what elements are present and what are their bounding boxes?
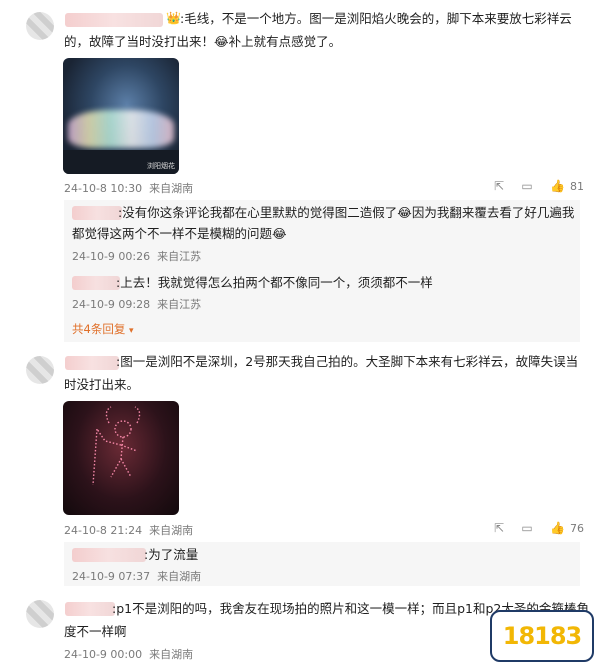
comment-date: 24-10-8 21:24 来自湖南 <box>64 522 193 538</box>
chevron-down-icon: ▾ <box>128 326 134 336</box>
reply-date-text: 24-10-9 00:26 <box>72 250 151 263</box>
reply-location: 来自江苏 <box>157 250 202 263</box>
share-icon[interactable]: ⇱ <box>492 521 506 535</box>
like-count: 76 <box>570 522 584 535</box>
avatar[interactable] <box>26 600 54 628</box>
comment-location: 来自湖南 <box>149 524 194 537</box>
reply-date: 24-10-9 00:26 来自江苏 <box>72 248 201 264</box>
username-redacted[interactable] <box>65 356 119 370</box>
avatar[interactable] <box>26 12 54 40</box>
avatar[interactable] <box>26 356 54 384</box>
comment-icon[interactable]: ▭ <box>520 179 534 193</box>
reply-text-line: :没有你这条评论我都在心里默默的觉得图二造假了😂因为我翻来覆去看了好几遍我 <box>118 205 575 220</box>
share-icon[interactable]: ⇱ <box>492 179 506 193</box>
comment-date-text: 24-10-8 10:30 <box>64 182 143 195</box>
reply-text-line: :为了流量 <box>144 547 199 562</box>
comment-icon[interactable]: ▭ <box>520 521 534 535</box>
like-count: 81 <box>570 180 584 193</box>
reply-date-text: 24-10-9 09:28 <box>72 298 151 311</box>
fireworks-photo[interactable]: 浏阳烟花 <box>63 58 179 174</box>
drone-show-photo[interactable] <box>63 401 179 515</box>
comment-text-line: :毛线，不是一个地方。图一是浏阳焰火晚会的，脚下本来要放七彩祥云 <box>180 11 572 26</box>
drone-figure <box>92 406 141 486</box>
comment-text-line: 时没打出来。 <box>64 377 140 392</box>
site-logo: 18183 <box>490 610 594 662</box>
username-redacted[interactable] <box>72 206 122 220</box>
like-icon[interactable]: 👍 <box>550 179 565 193</box>
username-redacted[interactable] <box>72 276 120 290</box>
crown-badge-icon: 👑 <box>166 11 181 25</box>
comment-date-text: 24-10-8 21:24 <box>64 524 143 537</box>
username-redacted[interactable] <box>65 602 115 616</box>
photo-watermark: 浏阳烟花 <box>147 162 175 170</box>
site-logo-text: 18183 <box>502 622 582 650</box>
reply-text-line: :上去！我就觉得怎么拍两个都不像同一个，须须都不一样 <box>116 275 433 290</box>
reply-text-line: 都觉得这两个不一样不是模糊的问题😂 <box>72 226 287 241</box>
username-redacted[interactable] <box>65 13 163 27</box>
comment-date: 24-10-9 00:00 来自湖南 <box>64 646 193 662</box>
more-replies-label: 共4条回复 <box>72 322 126 336</box>
reply-location: 来自湖南 <box>157 570 202 583</box>
comment-location: 来自湖南 <box>149 182 194 195</box>
username-redacted[interactable] <box>72 548 146 562</box>
reply-date-text: 24-10-9 07:37 <box>72 570 151 583</box>
more-replies-link[interactable]: 共4条回复 ▾ <box>72 321 134 337</box>
reply-date: 24-10-9 07:37 来自湖南 <box>72 568 201 584</box>
like-icon[interactable]: 👍 <box>550 521 565 535</box>
comment-location: 来自湖南 <box>149 648 194 661</box>
comment-text-line: 的，故障了当时没打出来！😂补上就有点感觉了。 <box>64 34 342 49</box>
reply-date: 24-10-9 09:28 来自江苏 <box>72 296 201 312</box>
comment-date-text: 24-10-9 00:00 <box>64 648 143 661</box>
comment-date: 24-10-8 10:30 来自湖南 <box>64 180 193 196</box>
reply-location: 来自江苏 <box>157 298 202 311</box>
comment-text-line: 度不一样啊 <box>64 624 127 639</box>
comment-text-line: :图一是浏阳不是深圳，2号那天我自己拍的。大圣脚下本来有七彩祥云，故障失误当 <box>116 354 579 369</box>
